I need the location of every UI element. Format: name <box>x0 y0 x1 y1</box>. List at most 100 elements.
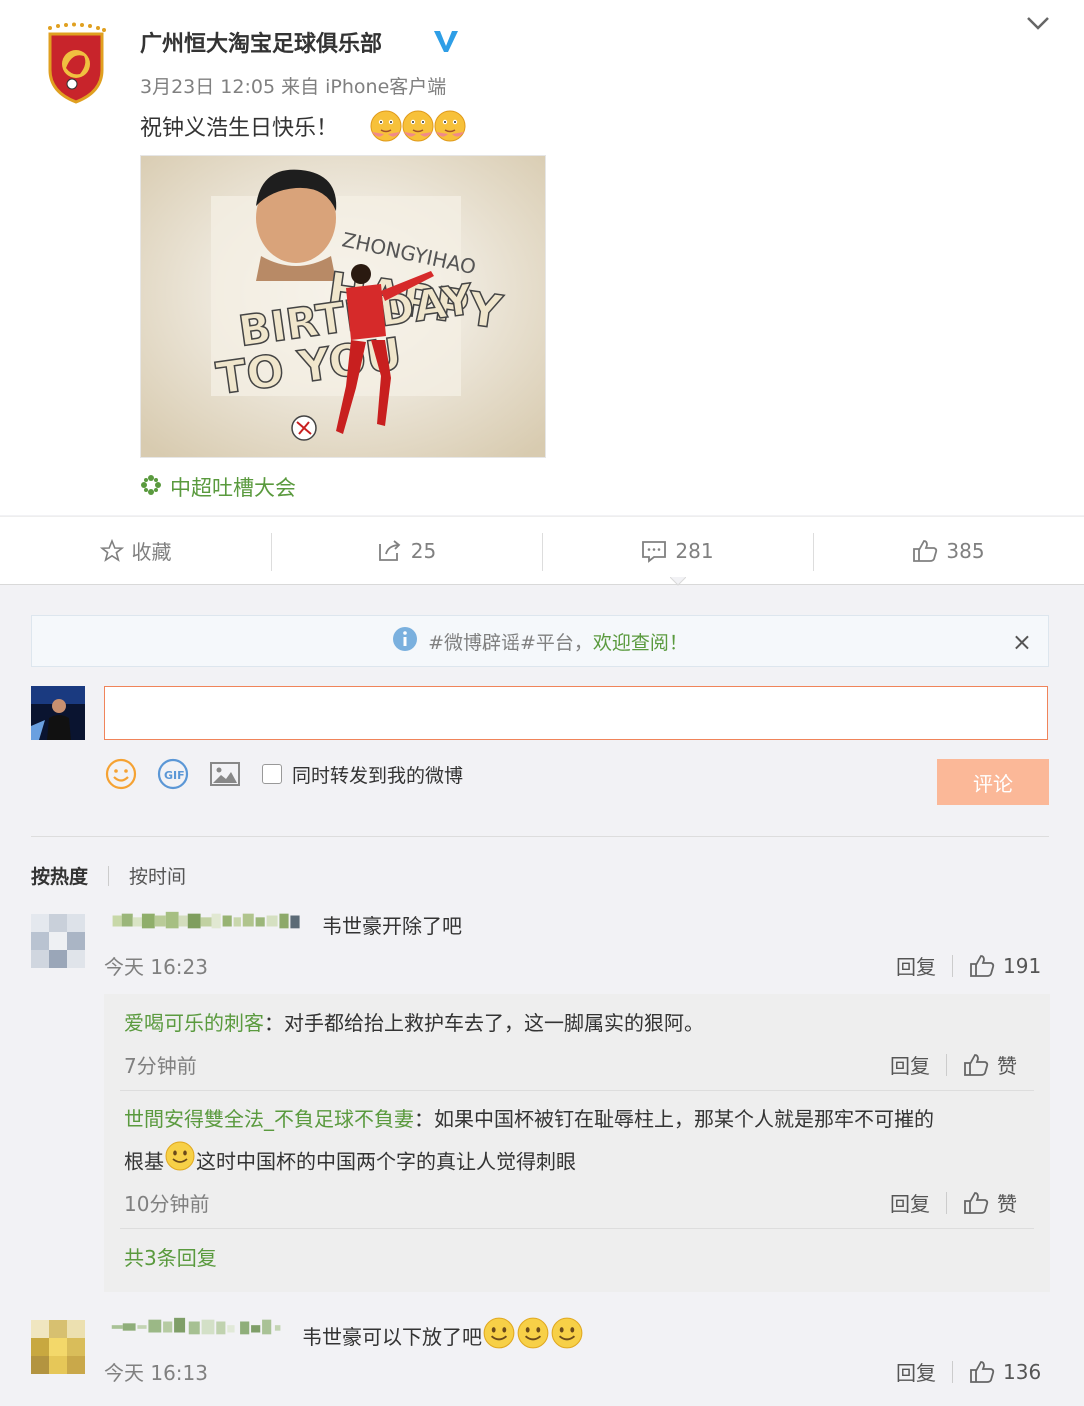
author-name[interactable]: 广州恒大淘宝足球俱乐部 <box>140 26 382 58</box>
like-label: 赞 <box>997 1192 1017 1216</box>
like-button[interactable]: 385 <box>813 517 1084 584</box>
post-image[interactable]: ZHONGYIHAO HAPPY BIRTHDAY TO YOU <box>140 155 546 458</box>
divider <box>31 836 1049 837</box>
active-tab-pointer <box>670 577 686 586</box>
hug-emoji-icon <box>432 108 468 148</box>
composer-tools: GIF 同时转发到我的微博 <box>104 757 463 791</box>
notice-text: #微博辟谣#平台， <box>428 631 593 654</box>
repost-checkbox[interactable]: 同时转发到我的微博 <box>262 761 463 788</box>
share-icon <box>378 539 401 561</box>
comment-text: 韦世豪开除了吧 <box>322 914 462 938</box>
comment-text: 韦世豪可以下放了吧 <box>302 1325 482 1349</box>
smile-emoji-icon <box>550 1316 584 1355</box>
post-text: 祝钟义浩生日快乐！ <box>140 116 339 141</box>
thumbs-up-icon <box>913 539 938 562</box>
reply-item: 世間安得雙全法_不負足球不負妻：如果中国杯被钉在耻辱柱上，那某个人就是那牢不可摧… <box>124 1098 934 1186</box>
thumbs-up-icon <box>970 954 995 977</box>
reply-divider <box>120 1228 1034 1229</box>
reply-text: ：对手都给抬上救护车去了，这一脚属实的狠阿。 <box>264 1011 704 1035</box>
club-logo-avatar[interactable] <box>42 22 110 106</box>
reply-author[interactable]: 爱喝可乐的刺客 <box>124 1011 264 1035</box>
reply-text-line1: ：如果中国杯被钉在耻辱柱上，那某个人就是那牢不可摧的 <box>414 1107 934 1131</box>
comment-time: 今天 16:23 <box>104 955 208 979</box>
reply-text-line2b: 这时中国杯的中国两个字的真让人觉得刺眼 <box>196 1149 576 1174</box>
post-meta: 3月23日 12:05 来自 iPhone客户端 <box>140 76 447 98</box>
info-icon <box>392 626 418 657</box>
action-separator <box>952 954 953 977</box>
sort-separator <box>108 865 110 886</box>
commenter-name-pixelated[interactable] <box>104 910 310 932</box>
reply-button[interactable]: 回复 <box>890 1050 930 1079</box>
reply-button[interactable]: 回复 <box>896 1357 936 1386</box>
verified-icon <box>432 28 460 54</box>
action-separator <box>946 1053 947 1076</box>
gif-icon[interactable]: GIF <box>156 757 190 791</box>
reply-like-button[interactable]: 赞 <box>963 1188 1017 1217</box>
comment-actions: 回复 136 <box>896 1357 1041 1386</box>
hug-emoji-icon <box>400 108 436 148</box>
notice-link[interactable]: 欢迎查阅！ <box>593 628 688 655</box>
comment-count: 281 <box>675 538 714 563</box>
reply-author[interactable]: 世間安得雙全法_不負足球不負妻 <box>124 1107 414 1131</box>
like-label: 赞 <box>997 1054 1017 1078</box>
comment-input[interactable] <box>104 686 1048 740</box>
hug-emoji-icon <box>368 108 404 148</box>
submit-comment-button[interactable]: 评论 <box>937 759 1049 805</box>
emoji-group <box>368 108 466 148</box>
repost-button[interactable]: 25 <box>271 517 542 584</box>
reply-actions: 回复 赞 <box>890 1050 1017 1079</box>
reply-divider <box>120 1090 1034 1091</box>
post-card: 广州恒大淘宝足球俱乐部 3月23日 12:05 来自 iPhone客户端 祝钟义… <box>0 0 1084 515</box>
topic-flower-icon <box>140 474 162 501</box>
comment-like-count: 191 <box>1003 953 1042 978</box>
favorite-button[interactable]: 收藏 <box>0 517 271 584</box>
more-replies-link[interactable]: 共3条回复 <box>124 1242 217 1271</box>
smile-emoji-icon <box>164 1140 196 1186</box>
reply-item: 爱喝可乐的刺客：对手都给抬上救护车去了，这一脚属实的狠阿。 <box>124 1002 704 1044</box>
comment-like-button[interactable]: 136 <box>969 1360 1041 1384</box>
reply-time: 10分钟前 <box>124 1192 210 1216</box>
commenter-avatar[interactable] <box>31 914 85 968</box>
favorite-label: 收藏 <box>131 540 172 564</box>
comment-time: 今天 16:13 <box>104 1361 208 1385</box>
sort-bar: 按热度 按时间 <box>31 862 186 889</box>
close-icon[interactable]: × <box>1012 628 1032 656</box>
comment-icon <box>642 540 667 563</box>
replies-container: 爱喝可乐的刺客：对手都给抬上救护车去了，这一脚属实的狠阿。 7分钟前 回复 赞 … <box>104 994 1050 1292</box>
reply-time: 7分钟前 <box>124 1054 197 1078</box>
thumbs-up-icon <box>964 1053 989 1076</box>
chevron-down-icon[interactable] <box>1024 14 1052 34</box>
reply-text-line2a: 根基 <box>124 1149 164 1174</box>
smile-emoji-icon <box>482 1316 516 1355</box>
reply-like-button[interactable]: 赞 <box>963 1050 1017 1079</box>
comment-actions: 回复 191 <box>896 951 1041 980</box>
reply-button[interactable]: 回复 <box>896 951 936 980</box>
comment-like-button[interactable]: 191 <box>969 954 1041 978</box>
repost-count: 25 <box>410 538 437 563</box>
checkbox-box[interactable] <box>262 764 282 784</box>
thumbs-up-icon <box>964 1191 989 1214</box>
like-count: 385 <box>946 538 985 563</box>
action-separator <box>952 1360 953 1383</box>
reply-button[interactable]: 回复 <box>890 1188 930 1217</box>
topic-link[interactable]: 中超吐槽大会 <box>140 472 296 502</box>
comment-text-row: 韦世豪可以下放了吧 <box>302 1316 584 1355</box>
sort-by-time-tab[interactable]: 按时间 <box>129 862 186 889</box>
image-upload-icon[interactable] <box>208 757 242 791</box>
emoji-icon[interactable] <box>104 757 138 791</box>
sort-by-hot-tab[interactable]: 按热度 <box>31 862 88 889</box>
my-avatar[interactable] <box>31 686 85 740</box>
thumbs-up-icon <box>970 1360 995 1383</box>
topic-label: 中超吐槽大会 <box>170 476 296 500</box>
commenter-avatar[interactable] <box>31 1320 85 1374</box>
rumor-notice-bar: #微博辟谣#平台， 欢迎查阅！ × <box>31 615 1049 667</box>
commenter-name-pixelated[interactable] <box>104 1316 290 1338</box>
reply-actions: 回复 赞 <box>890 1188 1017 1217</box>
comment-like-count: 136 <box>1003 1359 1042 1384</box>
action-separator <box>946 1191 947 1214</box>
smile-emoji-icon <box>516 1316 550 1355</box>
repost-label: 同时转发到我的微博 <box>292 764 464 787</box>
svg-text:GIF: GIF <box>164 769 185 782</box>
comment-button[interactable]: 281 <box>542 517 813 584</box>
action-bar: 收藏 25 281 385 <box>0 516 1084 585</box>
